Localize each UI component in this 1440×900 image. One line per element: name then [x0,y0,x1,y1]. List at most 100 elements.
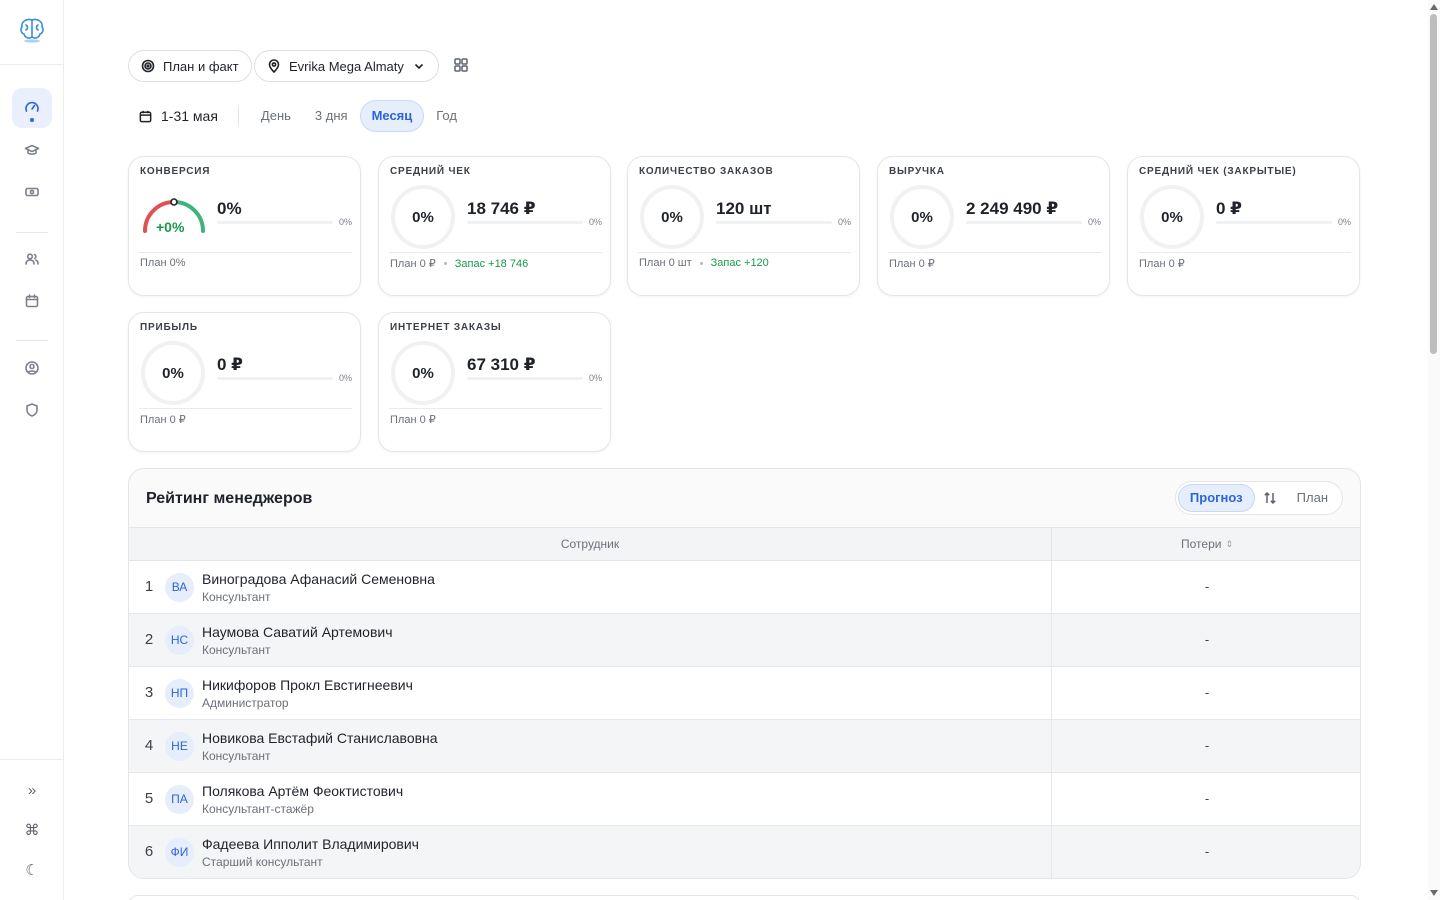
sidebar-item-learning[interactable] [12,130,52,170]
progress-percent: 0% [338,373,352,383]
card-divider [139,408,352,409]
column-losses[interactable]: Потери ⇕ [1051,528,1360,561]
brain-logo-icon[interactable] [16,14,48,46]
kpi-card-avg-check[interactable]: СРЕДНИЙ ЧЕК 0% 18 746 ₽ 0% План 0 ₽ Запа… [378,156,611,296]
sidebar-divider [16,232,48,233]
progress-ring: 0% [890,185,954,249]
row-rank: 4 [144,737,154,754]
avatar: ПА [165,785,194,814]
progress-bar [966,221,1082,224]
page-scrollbar[interactable] [1428,0,1440,900]
card-value: 0 ₽ [1216,199,1243,218]
progress-ring: 0% [1140,185,1204,249]
employee-name: Виноградова Афанасий Семеновна [202,571,435,587]
sidebar-item-finance[interactable] [12,172,52,212]
table-row[interactable]: 5 ПА Полякова Артём Феоктистович Консуль… [129,773,1360,826]
moon-icon: ☾ [25,862,39,879]
next-panel-edge [128,895,1361,900]
card-title: СРЕДНИЙ ЧЕК (ЗАКРЫТЫЕ) [1139,166,1297,177]
sidebar-item-schedule[interactable] [12,281,52,321]
table-body: 1 ВА Виноградова Афанасий Семеновна Конс… [129,561,1360,878]
sidebar-expand-button[interactable]: » [12,770,52,810]
progress-bar [716,221,832,224]
command-palette-button[interactable]: ⌘ [12,810,52,850]
card-title: СРЕДНИЙ ЧЕК [390,166,471,177]
losses-value: - [1051,561,1360,613]
conversion-delta: +0% [156,219,185,235]
card-footer: План 0 ₽ Запас +18 746 [390,257,528,271]
kpi-card-profit[interactable]: ПРИБЫЛЬ 0% 0 ₽ 0% План 0 ₽ [128,312,361,452]
sidebar: » ⌘ ☾ [0,0,64,900]
layout-grid-button[interactable] [453,57,471,75]
theme-toggle-button[interactable]: ☾ [12,850,52,890]
plan-button[interactable]: План [1285,484,1340,512]
kpi-card-orders[interactable]: КОЛИЧЕСТВО ЗАКАЗОВ 0% 120 шт 0% План 0 ш… [627,156,860,296]
progress-bar [467,221,583,224]
table-row[interactable]: 6 ФИ Фадеева Ипполит Владимирович Старши… [129,826,1360,878]
card-value: 0 ₽ [217,355,244,374]
sidebar-item-profile[interactable] [12,348,52,388]
tab-year[interactable]: Год [424,100,469,132]
shield-icon [26,403,38,417]
tab-day[interactable]: День [249,100,303,132]
employee-role: Консультант [202,749,271,763]
plan-fact-chip[interactable]: План и факт [128,50,252,82]
sidebar-item-security[interactable] [12,390,52,430]
table-row[interactable]: 1 ВА Виноградова Афанасий Семеновна Конс… [129,561,1360,614]
table-row[interactable]: 3 НП Никифоров Прокл Евстигнеевич Админи… [129,667,1360,720]
panel-title: Рейтинг менеджеров [146,490,313,507]
card-value: 2 249 490 ₽ [966,199,1059,218]
card-title: КОЛИЧЕСТВО ЗАКАЗОВ [639,166,774,177]
row-rank: 6 [144,843,154,860]
swap-button[interactable] [1255,491,1285,505]
card-title: ВЫРУЧКА [889,166,945,177]
plan-value: План 0 ₽ [390,258,436,270]
kpi-card-revenue[interactable]: ВЫРУЧКА 0% 2 249 490 ₽ 0% План 0 ₽ [877,156,1110,296]
scroll-thumb[interactable] [1430,14,1437,354]
table-row[interactable]: 2 НС Наумова Саватий Артемович Консульта… [129,614,1360,667]
losses-value: - [1051,614,1360,666]
row-rank: 2 [144,631,154,648]
dashboard-icon [25,101,39,112]
reserve-value: Запас +120 [710,257,769,269]
losses-value: - [1051,667,1360,719]
employee-name: Новикова Евстафий Станиславовна [202,730,438,746]
card-title: ПРИБЫЛЬ [140,322,198,333]
plan-value: План 0% [140,257,186,269]
sidebar-divider [0,64,64,65]
avatar: ВА [165,573,194,602]
card-divider [389,408,602,409]
sidebar-item-dashboard[interactable] [12,88,52,128]
cash-icon [25,187,39,197]
progress-bar [1216,221,1332,224]
card-value: 67 310 ₽ [467,355,536,374]
table-row[interactable]: 4 НЕ Новикова Евстафий Станиславовна Кон… [129,720,1360,773]
scroll-down-arrow-icon[interactable] [1430,890,1438,896]
forecast-button[interactable]: Прогноз [1177,484,1255,512]
sort-icon[interactable]: ⇕ [1225,528,1233,561]
avatar: НП [165,679,194,708]
sidebar-item-staff[interactable] [12,239,52,279]
scroll-up-arrow-icon[interactable] [1430,4,1438,10]
kpi-card-online-orders[interactable]: ИНТЕРНЕТ ЗАКАЗЫ 0% 67 310 ₽ 0% План 0 ₽ [378,312,611,452]
progress-percent: 0% [1337,217,1351,227]
date-range-picker[interactable]: 1-31 мая [128,108,228,124]
card-footer: План 0 ₽ [889,257,935,270]
tab-3-days[interactable]: 3 дня [303,100,360,132]
card-footer: План 0 шт Запас +120 [639,257,769,269]
avatar: НЕ [165,732,194,761]
kpi-card-conversion[interactable]: КОНВЕРСИЯ +0% 0% 0% План 0% [128,156,361,296]
double-chevron-right-icon: » [27,781,37,799]
period-bar: 1-31 мая День 3 дня Месяц Год [128,100,469,132]
kpi-card-avg-check-closed[interactable]: СРЕДНИЙ ЧЕК (ЗАКРЫТЫЕ) 0% 0 ₽ 0% План 0 … [1127,156,1360,296]
plan-value: План 0 шт [639,257,692,269]
tab-month[interactable]: Месяц [359,100,425,132]
card-footer: План 0% [140,257,185,269]
progress-percent: 0% [588,217,602,227]
card-footer: План 0 ₽ [140,413,186,426]
sidebar-divider [16,340,48,341]
dot-separator [443,262,447,265]
store-select[interactable]: Evrika Mega Almaty [254,50,439,82]
employee-name: Фадеева Ипполит Владимирович [202,836,419,852]
table-header: Сотрудник Потери ⇕ [129,527,1360,561]
